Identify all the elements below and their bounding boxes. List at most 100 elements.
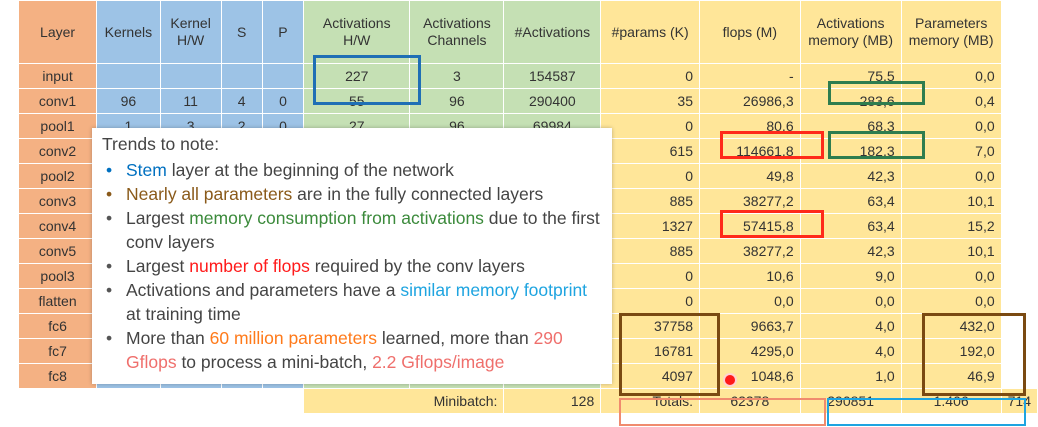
cell-s: 4 bbox=[220, 88, 263, 114]
cell-layer: fc7 bbox=[17, 338, 98, 364]
trend-text: learned, more than bbox=[376, 328, 534, 348]
cell-act-mem: 4,0 bbox=[799, 338, 902, 364]
cell-layer: pool3 bbox=[17, 263, 98, 289]
cell-act-mem: 4,0 bbox=[799, 313, 902, 339]
cell-flops-m: 0,0 bbox=[698, 288, 801, 314]
bullet-icon: • bbox=[106, 160, 113, 180]
cell-kernels: 96 bbox=[96, 88, 161, 114]
trends-note-panel: Trends to note: • Stem layer at the begin… bbox=[92, 128, 612, 384]
cell-act-mem: 42,3 bbox=[799, 238, 902, 264]
trends-list: • Stem layer at the beginning of the netw… bbox=[102, 158, 602, 374]
laser-pointer-dot bbox=[725, 375, 735, 385]
header-cell: S bbox=[220, 0, 263, 64]
trend-text: at training time bbox=[126, 304, 241, 324]
trend-text: Largest bbox=[126, 208, 190, 228]
header-cell: Activations memory (MB) bbox=[799, 0, 902, 64]
trend-text: Largest bbox=[126, 256, 190, 276]
cell-n-act: 154587 bbox=[503, 63, 602, 89]
trend-text: required by the conv layers bbox=[309, 256, 525, 276]
cell-act-mem: 1,0 bbox=[799, 363, 902, 389]
cell-params-k: 885 bbox=[600, 188, 700, 214]
minibatch-value: 128 bbox=[503, 388, 602, 414]
trend-item: • Nearly all parameters are in the fully … bbox=[102, 182, 602, 206]
memory-totals-highlight-box bbox=[827, 398, 1026, 426]
act-hw-highlight-box bbox=[313, 55, 421, 105]
cell-param-mem: 10,1 bbox=[900, 238, 1002, 264]
note-title: Trends to note: bbox=[102, 134, 220, 154]
trend-text: memory consumption from activations bbox=[189, 208, 484, 228]
cell-param-mem: 10,1 bbox=[900, 188, 1002, 214]
cell-params-k: 0 bbox=[600, 63, 700, 89]
cell-layer: pool2 bbox=[17, 163, 98, 189]
cell-layer: conv2 bbox=[17, 138, 98, 164]
bullet-icon: • bbox=[106, 328, 113, 348]
cell-flops-m: 10,6 bbox=[698, 263, 801, 289]
cell-flops-m: 49,8 bbox=[698, 163, 801, 189]
cell-p bbox=[261, 63, 305, 89]
cell-layer: conv5 bbox=[17, 238, 98, 264]
cell-kernel-hw: 11 bbox=[159, 88, 222, 114]
cell-params-k: 0 bbox=[600, 163, 700, 189]
cell-params-k: 1327 bbox=[600, 213, 700, 239]
trend-item: • Largest number of flops required by the… bbox=[102, 254, 602, 278]
bullet-icon: • bbox=[106, 208, 113, 228]
trend-item: • Stem layer at the beginning of the netw… bbox=[102, 158, 602, 182]
fc-params-highlight-box bbox=[619, 313, 720, 396]
trend-text: layer at the beginning of the network bbox=[166, 160, 454, 180]
bullet-icon: • bbox=[106, 256, 113, 276]
trend-text: footprint bbox=[518, 280, 588, 300]
header-cell: Kernels bbox=[96, 0, 161, 64]
cell-act-ch: 3 bbox=[409, 63, 505, 89]
cell-flops-m: - bbox=[698, 63, 801, 89]
header-cell: #Activations bbox=[503, 0, 602, 64]
cell-layer: fc8 bbox=[17, 363, 98, 389]
header-cell: Layer bbox=[17, 0, 98, 64]
cell-act-ch: 96 bbox=[409, 88, 505, 114]
conv2-flops-highlight-box bbox=[720, 131, 824, 159]
header-cell: Parameters memory (MB) bbox=[900, 0, 1002, 64]
header-cell: #params (K) bbox=[600, 0, 700, 64]
header-cell: Activations Channels bbox=[409, 0, 505, 64]
conv2-act-mem-highlight-box bbox=[828, 131, 925, 159]
trend-text: to process a mini-batch, bbox=[176, 352, 373, 372]
cell-layer: conv4 bbox=[17, 213, 98, 239]
trend-text: 60 million parameters bbox=[209, 328, 377, 348]
cell-n-act: 290400 bbox=[503, 88, 602, 114]
totals-highlight-box bbox=[619, 398, 826, 426]
header-cell: flops (M) bbox=[698, 0, 801, 64]
cell-act-mem: 42,3 bbox=[799, 163, 902, 189]
cell-act-mem: 9,0 bbox=[799, 263, 902, 289]
header-cell: Kernel H/W bbox=[159, 0, 222, 64]
cell-layer: conv3 bbox=[17, 188, 98, 214]
cell-kernels bbox=[96, 63, 161, 89]
cell-kernel-hw bbox=[159, 63, 222, 89]
cell-layer: pool1 bbox=[17, 113, 98, 139]
trend-text: are in the fully connected layers bbox=[292, 184, 544, 204]
trend-text: Activations and parameters have a bbox=[126, 280, 401, 300]
trend-text: number of flops bbox=[189, 256, 310, 276]
cell-layer: input bbox=[17, 63, 98, 89]
cell-layer: conv1 bbox=[17, 88, 98, 114]
minibatch-label: Minibatch: bbox=[303, 388, 505, 414]
cell-params-k: 885 bbox=[600, 238, 700, 264]
cell-params-k: 0 bbox=[600, 288, 700, 314]
footer-blank bbox=[17, 388, 305, 414]
cell-flops-m: 26986,3 bbox=[698, 88, 801, 114]
cell-params-k: 0 bbox=[600, 263, 700, 289]
cell-params-k: 0 bbox=[600, 113, 700, 139]
conv1-act-mem-highlight-box bbox=[828, 81, 925, 105]
fc-param-mem-highlight-box bbox=[922, 313, 1026, 396]
cell-param-mem: 0,0 bbox=[900, 163, 1002, 189]
header-row: Layer Kernels Kernel H/W S P Activations… bbox=[17, 0, 1038, 64]
trend-text: More than bbox=[126, 328, 210, 348]
cell-params-k: 35 bbox=[600, 88, 700, 114]
bullet-icon: • bbox=[106, 184, 113, 204]
cell-flops-m: 38277,2 bbox=[698, 238, 801, 264]
trend-item: • Activations and parameters have a simil… bbox=[102, 278, 602, 326]
trend-item: • Largest memory consumption from activat… bbox=[102, 206, 602, 254]
conv4-flops-highlight-box bbox=[720, 210, 824, 238]
trend-text: Stem bbox=[126, 160, 167, 180]
cell-params-k: 615 bbox=[600, 138, 700, 164]
cell-layer: fc6 bbox=[17, 313, 98, 339]
cell-layer: flatten bbox=[17, 288, 98, 314]
